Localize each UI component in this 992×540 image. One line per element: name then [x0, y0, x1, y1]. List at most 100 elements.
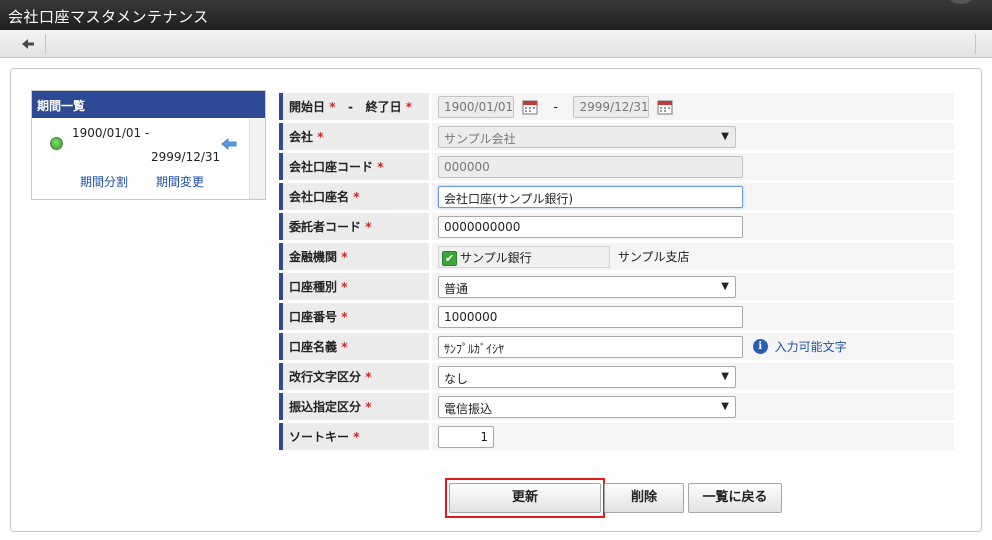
- period-split-link[interactable]: 期間分割: [80, 173, 128, 190]
- account-name-value: 会社口座(サンプル銀行): [429, 183, 954, 210]
- consignor-code-label-text: 委託者コード: [289, 220, 362, 234]
- back-to-list-button[interactable]: 一覧に戻る: [688, 483, 782, 513]
- account-number-label: 口座番号 *: [279, 303, 429, 330]
- company-value: サンプル会社 ▼: [429, 123, 954, 150]
- required-mark: *: [353, 430, 360, 444]
- transfer-type-label-text: 振込指定区分: [289, 400, 362, 414]
- date-range-separator: -: [553, 99, 558, 114]
- required-mark: *: [365, 220, 372, 234]
- form-row-account-holder: 口座名義 * ｻﾝﾌﾟﾙｶﾞｲｼﾔ i 入力可能文字: [279, 333, 954, 360]
- account-number-value: 1000000: [429, 303, 954, 330]
- bank-label-text: 金融機関: [289, 250, 338, 264]
- account-name-field[interactable]: 会社口座(サンプル銀行): [438, 185, 743, 208]
- account-number-label-text: 口座番号: [289, 310, 338, 324]
- line-break-label: 改行文字区分 *: [279, 363, 429, 390]
- account-number-field[interactable]: 1000000: [438, 305, 743, 328]
- company-label: 会社 *: [279, 123, 429, 150]
- transfer-type-value: 電信振込 ▼: [429, 393, 954, 420]
- dropdown-arrow-icon: ▼: [721, 130, 729, 142]
- sort-key-value: 1: [429, 423, 954, 450]
- transfer-type-select[interactable]: 電信振込 ▼: [438, 395, 736, 418]
- required-mark: *: [341, 250, 348, 264]
- required-mark: *: [341, 340, 348, 354]
- account-code-field[interactable]: 000000: [438, 155, 743, 178]
- required-mark: *: [317, 130, 324, 144]
- form-row-account-code: 会社口座コード * 000000: [279, 153, 954, 180]
- window-title: 会社口座マスタメンテナンス: [8, 8, 209, 26]
- calendar-icon[interactable]: [657, 99, 673, 115]
- line-break-selected-value: なし: [444, 371, 469, 386]
- branch-name: サンプル支店: [617, 250, 690, 264]
- toolbar: [0, 30, 992, 58]
- update-button[interactable]: 更新: [449, 483, 601, 513]
- required-mark: *: [329, 100, 336, 114]
- period-list-item[interactable]: 1900/01/01 - 2999/12/31 期間分割 期間変更: [32, 118, 249, 199]
- required-mark: *: [377, 160, 384, 174]
- form-row-bank: 金融機関 * ✔ サンプル銀行 サンプル支店: [279, 243, 954, 270]
- bank-selector[interactable]: ✔ サンプル銀行: [438, 245, 610, 268]
- line-break-select[interactable]: なし ▼: [438, 365, 736, 388]
- form-row-account-type: 口座種別 * 普通 ▼: [279, 273, 954, 300]
- form-row-transfer-type: 振込指定区分 * 電信振込 ▼: [279, 393, 954, 420]
- period-list-scrollbar[interactable]: [249, 118, 265, 199]
- checkmark-icon: ✔: [442, 250, 457, 266]
- account-type-label: 口座種別 *: [279, 273, 429, 300]
- period-list-header: 期間一覧: [32, 91, 265, 118]
- sort-key-field[interactable]: 1: [438, 425, 494, 448]
- consignor-code-value: 0000000000: [429, 213, 954, 240]
- calendar-icon[interactable]: [522, 99, 538, 115]
- form-row-sort-key: ソートキー * 1: [279, 423, 954, 450]
- period-end-date: 2999/12/31: [151, 150, 221, 164]
- account-type-selected-value: 普通: [444, 281, 469, 296]
- sort-key-label-text: ソートキー: [289, 430, 350, 444]
- account-type-label-text: 口座種別: [289, 280, 338, 294]
- title-bar: 会社口座マスタメンテナンス: [0, 0, 992, 30]
- end-date-label: 終了日: [365, 100, 402, 114]
- sort-key-label: ソートキー *: [279, 423, 429, 450]
- account-code-value: 000000: [429, 153, 954, 180]
- back-arrow-icon: [22, 39, 34, 49]
- form-row-account-name: 会社口座名 * 会社口座(サンプル銀行): [279, 183, 954, 210]
- info-icon[interactable]: i: [752, 339, 768, 354]
- account-type-value: 普通 ▼: [429, 273, 954, 300]
- dropdown-arrow-icon: ▼: [721, 280, 729, 292]
- bank-name: サンプル銀行: [460, 250, 532, 265]
- required-mark: *: [341, 310, 348, 324]
- transfer-type-label: 振込指定区分 *: [279, 393, 429, 420]
- required-mark: *: [353, 190, 360, 204]
- period-value: 1900/01/01 - 2999/12/31: [429, 93, 954, 120]
- form-row-company: 会社 * サンプル会社 ▼: [279, 123, 954, 150]
- form-row-line-break: 改行文字区分 * なし ▼: [279, 363, 954, 390]
- period-radio[interactable]: [50, 137, 63, 150]
- account-holder-field[interactable]: ｻﾝﾌﾟﾙｶﾞｲｼﾔ: [438, 335, 743, 358]
- period-list: 期間一覧 1900/01/01 - 2999/12/31 期間分割 期間変更: [31, 90, 266, 200]
- required-mark: *: [365, 370, 372, 384]
- dropdown-arrow-icon: ▼: [721, 370, 729, 382]
- period-change-link[interactable]: 期間変更: [156, 173, 204, 190]
- account-type-select[interactable]: 普通 ▼: [438, 275, 736, 298]
- period-label-separator: -: [348, 100, 354, 114]
- start-date-field[interactable]: 1900/01/01: [438, 95, 514, 118]
- required-mark: *: [341, 280, 348, 294]
- line-break-value: なし ▼: [429, 363, 954, 390]
- end-date-field[interactable]: 2999/12/31: [573, 95, 650, 118]
- form-row-period: 開始日 * - 終了日 * 1900/01/01 - 2999/12/31: [279, 93, 954, 120]
- allowed-characters-link[interactable]: 入力可能文字: [775, 340, 847, 354]
- account-holder-value: ｻﾝﾌﾟﾙｶﾞｲｼﾔ i 入力可能文字: [429, 333, 954, 360]
- user-avatar[interactable]: [948, 0, 974, 4]
- form-row-consignor-code: 委託者コード * 0000000000: [279, 213, 954, 240]
- delete-button[interactable]: 削除: [604, 483, 684, 513]
- bank-value: ✔ サンプル銀行 サンプル支店: [429, 243, 954, 270]
- select-period-arrow-icon[interactable]: [221, 137, 237, 154]
- back-button[interactable]: [12, 34, 46, 54]
- account-form: 開始日 * - 終了日 * 1900/01/01 - 2999/12/31 会社…: [279, 90, 954, 453]
- consignor-code-field[interactable]: 0000000000: [438, 215, 743, 238]
- period-label: 開始日 * - 終了日 *: [279, 93, 429, 120]
- required-mark: *: [405, 100, 413, 114]
- consignor-code-label: 委託者コード *: [279, 213, 429, 240]
- company-select[interactable]: サンプル会社 ▼: [438, 125, 736, 148]
- account-code-label: 会社口座コード *: [279, 153, 429, 180]
- dropdown-arrow-icon: ▼: [721, 400, 729, 412]
- account-holder-label: 口座名義 *: [279, 333, 429, 360]
- line-break-label-text: 改行文字区分: [289, 370, 362, 384]
